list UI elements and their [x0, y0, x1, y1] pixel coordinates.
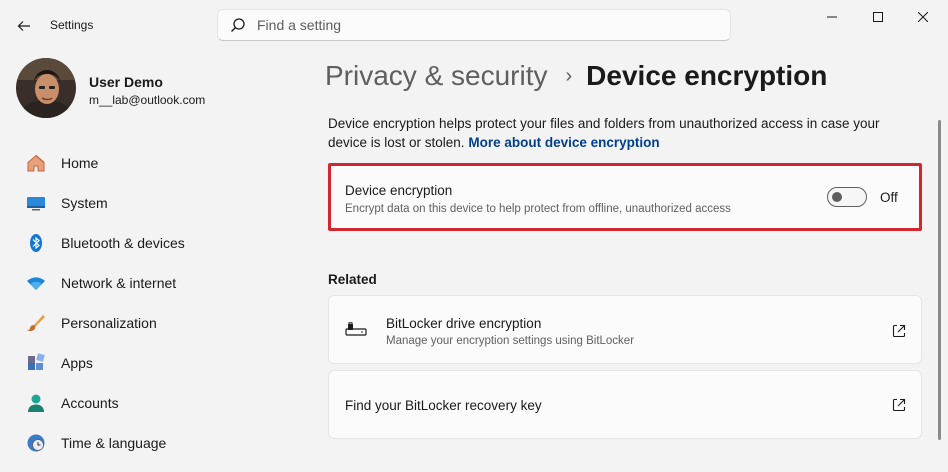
sidebar-item-bluetooth[interactable]: Bluetooth & devices — [0, 223, 300, 263]
sidebar-item-label: Time & language — [61, 435, 167, 451]
page-description: Device encryption helps protect your fil… — [328, 115, 918, 152]
minimize-icon — [827, 16, 837, 18]
back-button[interactable] — [10, 12, 38, 40]
search-input[interactable] — [257, 17, 697, 33]
sidebar-item-label: Accounts — [61, 395, 119, 411]
sidebar-item-label: Home — [61, 155, 99, 171]
user-name: User Demo — [89, 74, 163, 90]
brush-icon — [26, 313, 46, 333]
sidebar-item-label: Apps — [61, 355, 93, 371]
minimize-button[interactable] — [809, 0, 855, 34]
sidebar-item-time-language[interactable]: Time & language — [0, 423, 300, 463]
avatar[interactable] — [16, 58, 76, 118]
maximize-icon — [873, 12, 883, 22]
sidebar-item-accounts[interactable]: Accounts — [0, 383, 300, 423]
close-button[interactable] — [900, 0, 946, 34]
device-encryption-card: Device encryption Encrypt data on this d… — [328, 163, 922, 231]
breadcrumb-separator: › — [565, 64, 573, 87]
bitlocker-subtitle: Manage your encryption settings using Bi… — [386, 335, 635, 347]
device-encryption-subtitle: Encrypt data on this device to help prot… — [345, 203, 731, 215]
related-heading: Related — [328, 272, 377, 287]
account-icon — [26, 393, 46, 413]
open-external-icon — [891, 323, 907, 339]
back-arrow-icon — [17, 21, 30, 31]
title-bar: Settings — [0, 0, 948, 48]
bitlocker-drive-icon — [345, 322, 367, 338]
home-icon — [26, 153, 46, 173]
system-monitor-icon — [26, 193, 46, 213]
device-encryption-title: Device encryption — [345, 183, 453, 198]
recovery-key-title: Find your BitLocker recovery key — [345, 398, 542, 413]
more-about-encryption-link[interactable]: More about device encryption — [468, 135, 659, 150]
sidebar-item-label: Bluetooth & devices — [61, 235, 185, 251]
related-bitlocker-card[interactable]: BitLocker drive encryption Manage your e… — [328, 295, 922, 364]
sidebar-item-home[interactable]: Home — [0, 143, 300, 183]
search-icon — [230, 17, 246, 33]
bitlocker-title: BitLocker drive encryption — [386, 316, 542, 331]
wifi-icon — [26, 273, 46, 293]
sidebar-item-label: Personalization — [61, 315, 157, 331]
sidebar-item-network[interactable]: Network & internet — [0, 263, 300, 303]
apps-icon — [26, 353, 46, 373]
toggle-state-label: Off — [880, 190, 898, 205]
user-email: m__lab@outlook.com — [89, 93, 206, 107]
page-title: Device encryption — [586, 60, 828, 91]
device-encryption-toggle[interactable] — [827, 187, 867, 207]
sidebar-nav: Home System Bluetooth & devices Network … — [0, 143, 300, 463]
breadcrumb: Privacy & security › Device encryption — [325, 60, 827, 92]
close-icon — [918, 12, 928, 22]
sidebar-item-label: System — [61, 195, 108, 211]
scrollbar[interactable] — [938, 120, 941, 440]
toggle-knob — [832, 192, 842, 202]
open-external-icon — [891, 397, 907, 413]
related-recovery-key-card[interactable]: Find your BitLocker recovery key — [328, 370, 922, 439]
sidebar-item-system[interactable]: System — [0, 183, 300, 223]
clock-globe-icon — [26, 433, 46, 453]
sidebar-item-label: Network & internet — [61, 275, 177, 291]
sidebar-item-apps[interactable]: Apps — [0, 343, 300, 383]
bluetooth-icon — [26, 233, 46, 253]
app-title: Settings — [50, 18, 94, 32]
breadcrumb-parent-link[interactable]: Privacy & security — [325, 60, 548, 92]
maximize-button[interactable] — [855, 0, 901, 34]
search-box[interactable] — [217, 9, 731, 41]
sidebar-item-personalization[interactable]: Personalization — [0, 303, 300, 343]
